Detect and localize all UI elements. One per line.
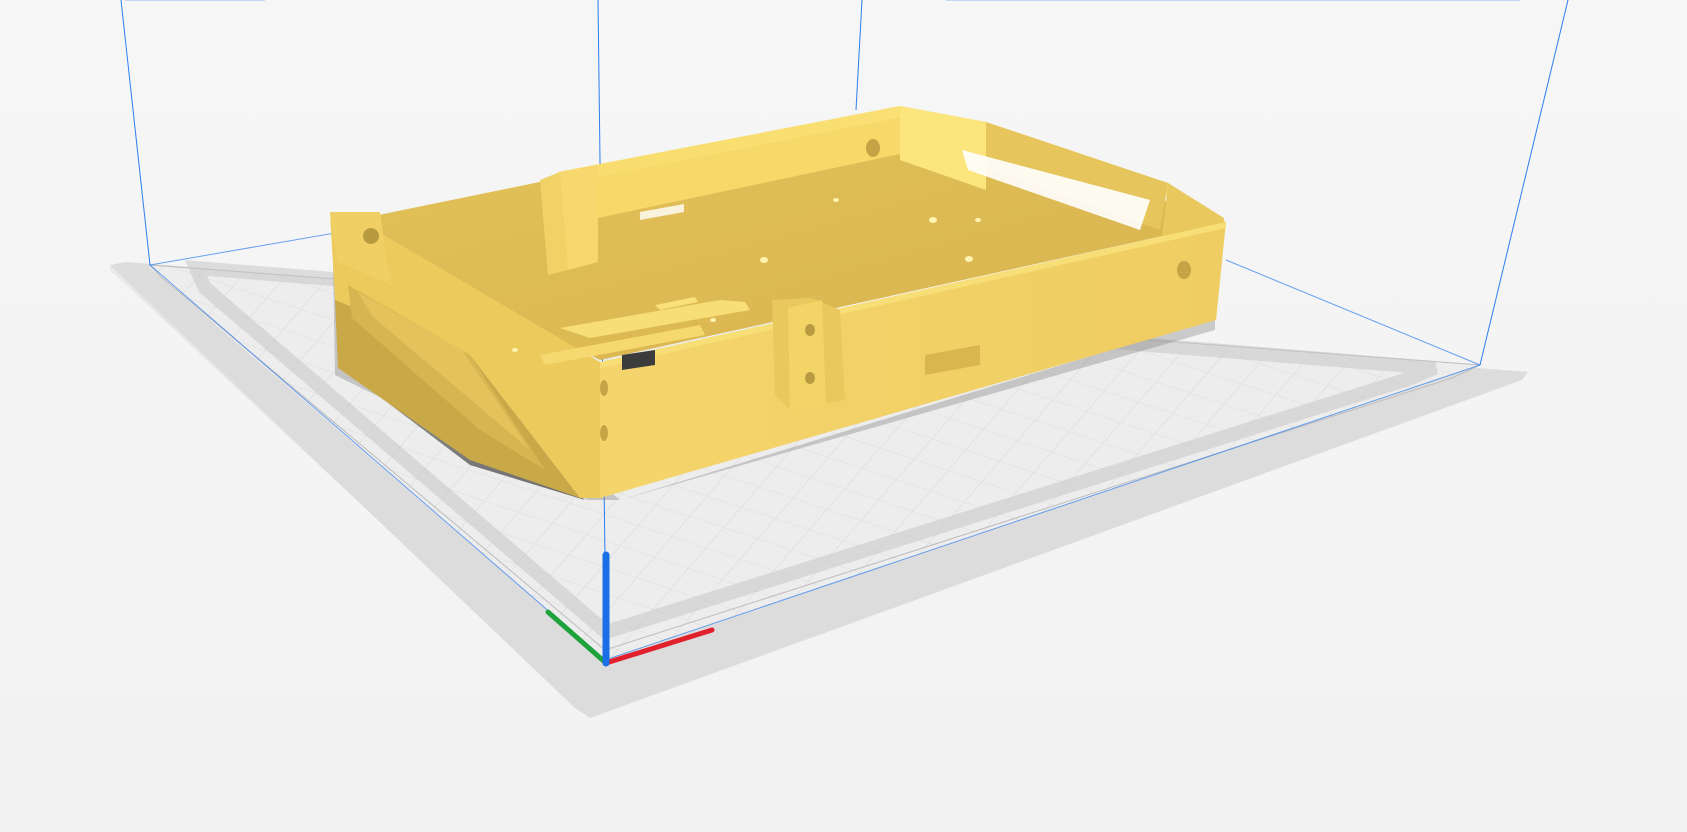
- scene-canvas[interactable]: [0, 0, 1687, 832]
- 3d-viewport[interactable]: [0, 0, 1687, 832]
